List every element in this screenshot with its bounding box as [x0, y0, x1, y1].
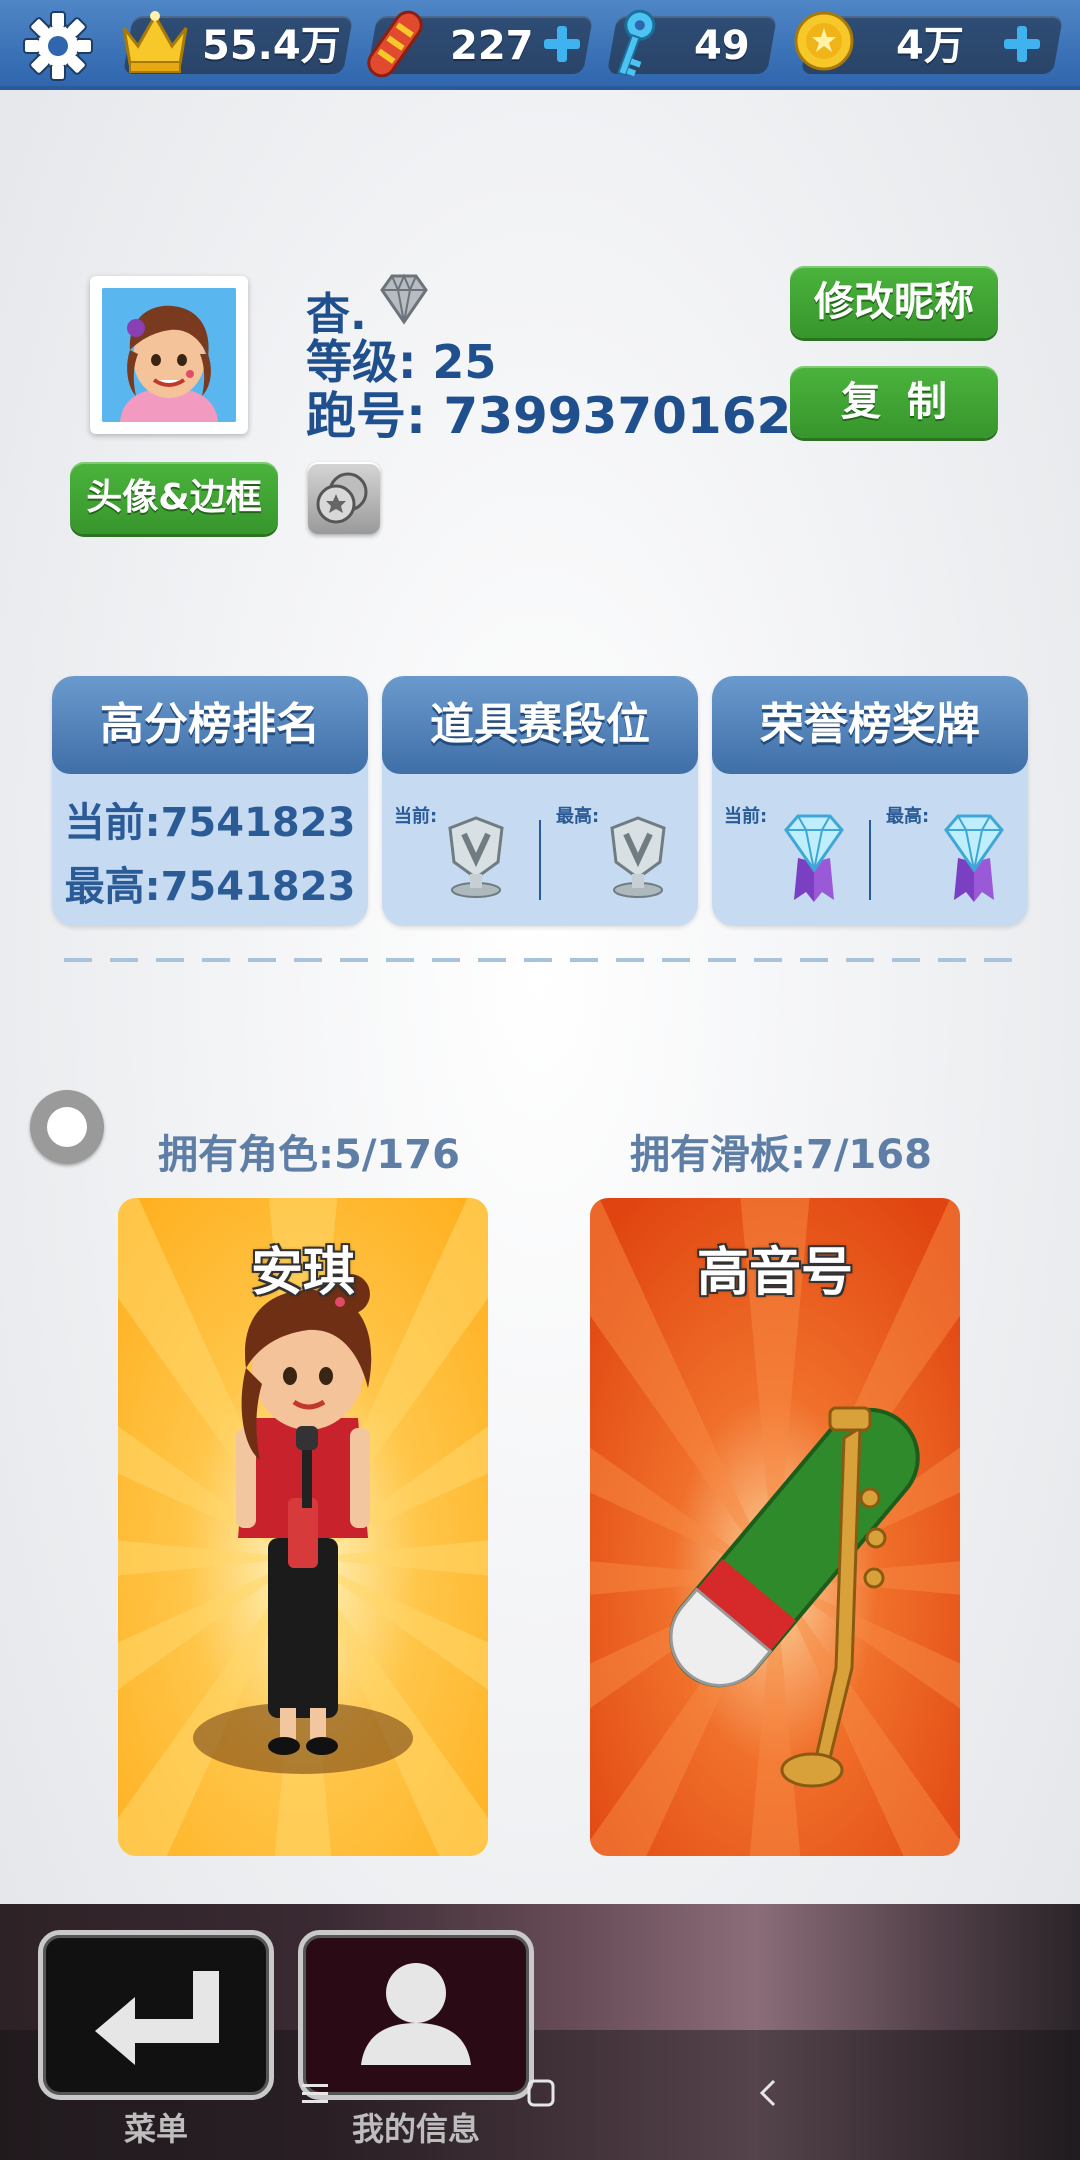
avatar[interactable]	[90, 276, 248, 434]
menu-label: 菜单	[123, 2110, 188, 2148]
honor-best-label: 最高:	[886, 806, 930, 827]
diamond-medal-best-icon	[944, 814, 1004, 902]
key-value: 49	[694, 23, 750, 69]
copy-id-button[interactable]: 复制	[790, 366, 998, 438]
powerup-best-label: 最高:	[556, 806, 600, 827]
owned-boards-label: 拥有滑板:7/168	[630, 1132, 932, 1178]
avatar-frame-button[interactable]: 头像&边框	[70, 462, 278, 534]
crown-icon	[122, 11, 188, 73]
powerup-card-title: 道具赛段位	[382, 676, 698, 774]
menu-button[interactable]	[38, 1930, 274, 2100]
highscore-current: 当前:7541823	[64, 800, 356, 846]
hoverboard-icon	[367, 10, 423, 78]
user-profile-icon	[361, 1963, 471, 2065]
key-icon	[617, 9, 656, 77]
avatar-portrait-icon	[102, 288, 236, 422]
board-name: 高音号	[696, 1243, 853, 1303]
resource-bar: 55.4万 227 49 4万	[0, 0, 1080, 90]
silver-trophy-best-icon	[610, 816, 666, 898]
section-divider	[64, 958, 1016, 962]
badge-button[interactable]	[308, 462, 380, 534]
rename-button[interactable]: 修改昵称	[790, 266, 998, 338]
back-return-icon	[95, 1971, 219, 2065]
player-id: 跑号: 7399370162	[306, 387, 792, 445]
my-info-button[interactable]	[298, 1930, 534, 2100]
character-card[interactable]: 安琪	[118, 1198, 488, 1856]
badge-medal-icon	[316, 472, 368, 524]
recent-apps-icon[interactable]	[298, 2076, 332, 2110]
back-icon[interactable]	[752, 2076, 786, 2110]
diamond-medal-icon	[784, 814, 844, 902]
crown-value: 55.4万	[202, 23, 341, 69]
honor-card-title: 荣誉榜奖牌	[712, 676, 1028, 774]
powerup-league-card[interactable]: 道具赛段位 当前: 最高:	[382, 676, 698, 926]
coin-icon	[794, 11, 854, 71]
toggle-radio[interactable]	[30, 1090, 104, 1164]
honor-medal-card[interactable]: 荣誉榜奖牌 当前: 最高:	[712, 676, 1028, 926]
add-coins-plus-icon[interactable]	[1000, 22, 1044, 66]
board-value: 227	[450, 23, 534, 69]
settings-gear-icon[interactable]	[20, 8, 96, 84]
silver-trophy-icon	[448, 816, 504, 898]
highscore-best: 最高:7541823	[64, 864, 356, 910]
hoverboard-card[interactable]: 高音号	[590, 1198, 960, 1856]
home-icon[interactable]	[524, 2076, 558, 2110]
diamond-rank-icon	[380, 273, 428, 325]
highscore-rank-card[interactable]: 高分榜排名 当前:7541823 最高:7541823	[52, 676, 368, 926]
owned-characters-label: 拥有角色:5/176	[158, 1132, 460, 1178]
highscore-card-title: 高分榜排名	[52, 676, 368, 774]
powerup-current-label: 当前:	[394, 806, 438, 827]
my-info-label: 我的信息	[351, 2110, 480, 2148]
character-name: 安琪	[250, 1243, 355, 1303]
add-boards-plus-icon[interactable]	[540, 22, 584, 66]
honor-current-label: 当前:	[724, 806, 768, 827]
divider	[869, 820, 871, 900]
coin-value: 4万	[896, 23, 964, 69]
divider	[539, 820, 541, 900]
